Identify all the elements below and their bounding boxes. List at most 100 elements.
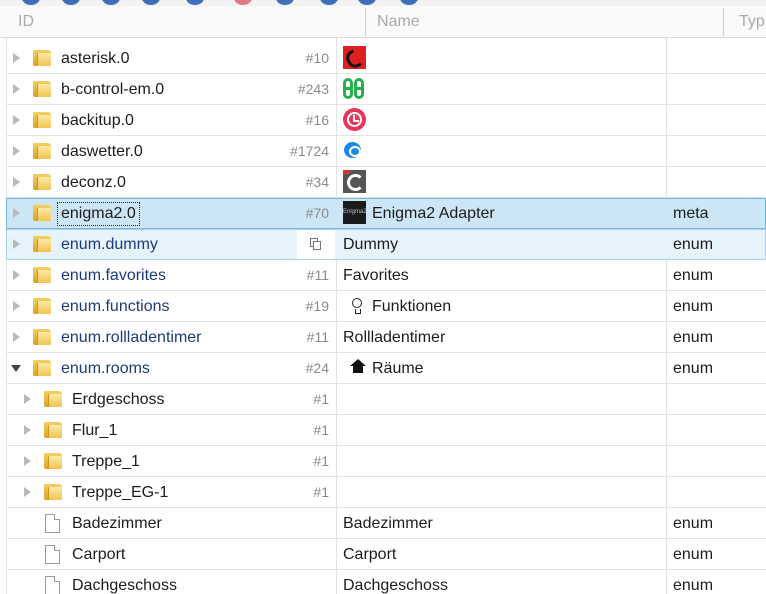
object-type: enum	[673, 360, 714, 377]
expand-arrow-icon[interactable]	[13, 115, 20, 125]
child-count: #16	[305, 112, 329, 128]
object-name: Carport	[343, 546, 397, 563]
object-type: enum	[673, 329, 714, 346]
copy-id-button[interactable]	[297, 230, 335, 259]
name-column-header[interactable]: Name	[365, 6, 721, 38]
child-count: #1	[313, 422, 329, 438]
table-row[interactable]: Flur_1 #1	[6, 415, 766, 446]
table-row[interactable]: deconz.0 #34	[6, 167, 766, 198]
object-id: Badezimmer	[72, 515, 162, 532]
table-row[interactable]: enum.rooms #24 Räume enum	[6, 353, 766, 384]
object-name: Enigma2 Adapter	[372, 205, 495, 222]
object-id: deconz.0	[61, 174, 126, 191]
expand-arrow-icon[interactable]	[13, 239, 20, 249]
table-row[interactable]: Dachgeschoss Dachgeschoss enum	[6, 570, 766, 594]
table-row[interactable]: enum.rollladentimer #11 Rollladentimer e…	[6, 322, 766, 353]
object-id: Treppe_EG-1	[72, 484, 169, 501]
toolbar-button-icon[interactable]	[22, 0, 40, 5]
expand-arrow-icon[interactable]	[13, 301, 20, 311]
deconz-logo-icon	[343, 170, 366, 193]
object-type: enum	[673, 546, 714, 563]
table-row[interactable]: Badezimmer Badezimmer enum	[6, 508, 766, 539]
object-type: enum	[673, 577, 714, 594]
child-count: #1	[313, 484, 329, 500]
object-id: enigma2.0	[57, 202, 140, 226]
id-column-header[interactable]: ID	[6, 6, 362, 38]
object-id: Erdgeschoss	[72, 391, 165, 408]
home-icon	[350, 359, 366, 373]
file-icon	[45, 545, 60, 564]
backitup-clock-icon	[343, 108, 366, 131]
expand-arrow-icon[interactable]	[13, 332, 20, 342]
object-type: enum	[673, 298, 714, 315]
table-row[interactable]: daswetter.0 #1724	[6, 136, 766, 167]
toolbar-button-icon[interactable]	[358, 0, 376, 5]
collapse-arrow-icon[interactable]	[11, 365, 21, 372]
table-row[interactable]: Erdgeschoss #1	[6, 384, 766, 415]
daswetter-cloud-icon	[343, 139, 366, 162]
toolbar-button-icon[interactable]	[234, 0, 252, 5]
object-id: enum.functions	[61, 298, 170, 315]
folder-icon	[33, 174, 51, 190]
folder-icon	[44, 484, 62, 500]
folder-icon	[33, 329, 51, 345]
table-row[interactable]: enum.functions #19 Funktionen enum	[6, 291, 766, 322]
expand-arrow-icon[interactable]	[24, 456, 31, 466]
folder-icon	[33, 267, 51, 283]
object-name: Dummy	[343, 236, 399, 253]
expand-arrow-icon[interactable]	[13, 84, 20, 94]
child-count: #34	[305, 174, 329, 190]
child-count: #1	[313, 453, 329, 469]
toolbar-button-icon[interactable]	[320, 0, 338, 5]
toolbar-button-icon[interactable]	[186, 0, 204, 5]
column-header: ID Name Typ	[0, 6, 766, 38]
table-row[interactable]: Treppe_1 #1	[6, 446, 766, 477]
column-resize-handle[interactable]	[723, 8, 724, 36]
table-row[interactable]: Treppe_EG-1 #1	[6, 477, 766, 508]
object-name: Rollladentimer	[343, 329, 446, 346]
expand-arrow-icon[interactable]	[24, 425, 31, 435]
child-count: #243	[297, 81, 329, 97]
expand-arrow-icon[interactable]	[13, 270, 20, 280]
child-count: #19	[305, 298, 329, 314]
folder-icon	[33, 143, 51, 159]
expand-arrow-icon[interactable]	[13, 208, 20, 218]
asterisk-phone-icon	[343, 46, 366, 69]
folder-icon	[44, 391, 62, 407]
table-row[interactable]: asterisk.0 #10	[6, 43, 766, 74]
file-icon	[45, 514, 60, 533]
toolbar-button-icon[interactable]	[142, 0, 160, 5]
folder-icon	[44, 453, 62, 469]
object-id: enum.dummy	[61, 236, 158, 253]
b-control-logo-icon	[343, 77, 366, 100]
object-id: Treppe_1	[72, 453, 140, 470]
object-id: backitup.0	[61, 112, 134, 129]
table-row-selected[interactable]: enigma2.0 #70 Enigma2 Enigma2 Adapter me…	[6, 198, 766, 229]
table-row[interactable]: enum.favorites #11 Favorites enum	[6, 260, 766, 291]
object-id: b-control-em.0	[61, 81, 165, 98]
folder-icon	[33, 112, 51, 128]
object-id: Flur_1	[72, 422, 118, 439]
toolbar-button-icon[interactable]	[102, 0, 120, 5]
folder-icon	[33, 50, 51, 66]
expand-arrow-icon[interactable]	[24, 487, 31, 497]
table-row[interactable]: backitup.0 #16	[6, 105, 766, 136]
expand-arrow-icon[interactable]	[13, 53, 20, 63]
table-row[interactable]: b-control-em.0 #243	[6, 74, 766, 105]
table-row[interactable]: Carport Carport enum	[6, 539, 766, 570]
expand-arrow-icon[interactable]	[13, 177, 20, 187]
enigma2-logo-icon: Enigma2	[343, 201, 367, 224]
table-row-hover[interactable]: enum.dummy Dummy enum	[6, 229, 766, 260]
object-id: asterisk.0	[61, 50, 130, 67]
toolbar-button-icon[interactable]	[62, 0, 80, 5]
expand-arrow-icon[interactable]	[13, 146, 20, 156]
type-column-header[interactable]: Typ	[728, 6, 766, 38]
object-id: enum.rollladentimer	[61, 329, 202, 346]
child-count: #1724	[290, 143, 329, 159]
lightbulb-icon	[352, 298, 362, 314]
toolbar-button-icon[interactable]	[400, 0, 418, 5]
toolbar-button-icon[interactable]	[276, 0, 294, 5]
folder-icon	[33, 236, 51, 252]
object-id: enum.rooms	[61, 360, 150, 377]
expand-arrow-icon[interactable]	[24, 394, 31, 404]
